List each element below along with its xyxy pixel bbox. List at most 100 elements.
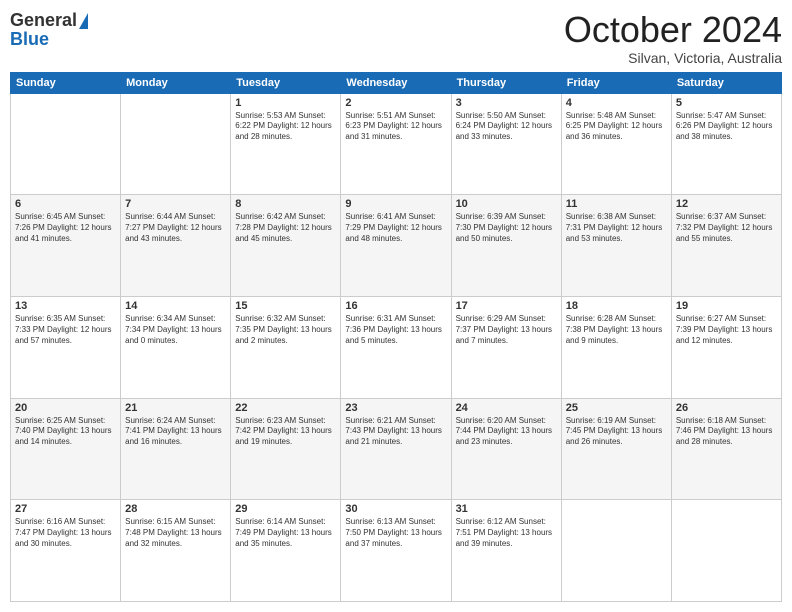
calendar-col-header: Wednesday (341, 72, 451, 93)
calendar-cell: 20 Sunrise: 6:25 AM Sunset: 7:40 PM Dayli… (11, 398, 121, 500)
day-number: 15 (235, 300, 336, 312)
calendar-col-header: Friday (561, 72, 671, 93)
cell-info: Sunrise: 6:20 AM Sunset: 7:44 PM Dayligh… (456, 416, 557, 448)
day-number: 3 (456, 97, 557, 109)
cell-info: Sunrise: 5:47 AM Sunset: 6:26 PM Dayligh… (676, 111, 777, 143)
day-number: 29 (235, 503, 336, 515)
calendar-cell: 8Sunrise: 6:42 AM Sunset: 7:28 PM Daylig… (231, 195, 341, 297)
cell-info: Sunrise: 5:50 AM Sunset: 6:24 PM Dayligh… (456, 111, 557, 143)
cell-info: Sunrise: 6:14 AM Sunset: 7:49 PM Dayligh… (235, 517, 336, 549)
day-number: 25 (566, 402, 667, 414)
location: Silvan, Victoria, Australia (564, 50, 782, 66)
calendar-col-header: Saturday (671, 72, 781, 93)
calendar-week-row: 1Sunrise: 5:53 AM Sunset: 6:22 PM Daylig… (11, 93, 782, 195)
calendar-cell: 15Sunrise: 6:32 AM Sunset: 7:35 PM Dayli… (231, 296, 341, 398)
cell-info: Sunrise: 6:45 AM Sunset: 7:26 PM Dayligh… (15, 212, 116, 244)
calendar-cell: 23 Sunrise: 6:21 AM Sunset: 7:43 PM Dayli… (341, 398, 451, 500)
calendar-cell: 29 Sunrise: 6:14 AM Sunset: 7:49 PM Dayli… (231, 500, 341, 602)
day-number: 21 (125, 402, 226, 414)
cell-info: Sunrise: 6:24 AM Sunset: 7:41 PM Dayligh… (125, 416, 226, 448)
cell-info: Sunrise: 6:42 AM Sunset: 7:28 PM Dayligh… (235, 212, 336, 244)
cell-info: Sunrise: 6:37 AM Sunset: 7:32 PM Dayligh… (676, 212, 777, 244)
calendar-cell: 10 Sunrise: 6:39 AM Sunset: 7:30 PM Dayli… (451, 195, 561, 297)
calendar-header-row: SundayMondayTuesdayWednesdayThursdayFrid… (11, 72, 782, 93)
calendar-cell: 4Sunrise: 5:48 AM Sunset: 6:25 PM Daylig… (561, 93, 671, 195)
calendar-cell (561, 500, 671, 602)
calendar-week-row: 27Sunrise: 6:16 AM Sunset: 7:47 PM Dayli… (11, 500, 782, 602)
logo-triangle-icon (79, 13, 88, 29)
calendar-cell: 21 Sunrise: 6:24 AM Sunset: 7:41 PM Dayli… (121, 398, 231, 500)
cell-info: Sunrise: 5:51 AM Sunset: 6:23 PM Dayligh… (345, 111, 446, 143)
cell-info: Sunrise: 5:48 AM Sunset: 6:25 PM Dayligh… (566, 111, 667, 143)
calendar-week-row: 20 Sunrise: 6:25 AM Sunset: 7:40 PM Dayli… (11, 398, 782, 500)
day-number: 24 (456, 402, 557, 414)
day-number: 30 (345, 503, 446, 515)
cell-info: Sunrise: 6:23 AM Sunset: 7:42 PM Dayligh… (235, 416, 336, 448)
day-number: 11 (566, 198, 667, 210)
calendar-week-row: 6 Sunrise: 6:45 AM Sunset: 7:26 PM Daylig… (11, 195, 782, 297)
calendar-cell: 17 Sunrise: 6:29 AM Sunset: 7:37 PM Dayli… (451, 296, 561, 398)
calendar-col-header: Monday (121, 72, 231, 93)
cell-info: Sunrise: 6:28 AM Sunset: 7:38 PM Dayligh… (566, 314, 667, 346)
day-number: 18 (566, 300, 667, 312)
logo: General Blue (10, 10, 88, 50)
day-number: 16 (345, 300, 446, 312)
day-number: 9 (345, 198, 446, 210)
logo-blue-text: Blue (10, 29, 49, 50)
day-number: 26 (676, 402, 777, 414)
calendar-cell: 11Sunrise: 6:38 AM Sunset: 7:31 PM Dayli… (561, 195, 671, 297)
day-number: 28 (125, 503, 226, 515)
calendar-cell: 13Sunrise: 6:35 AM Sunset: 7:33 PM Dayli… (11, 296, 121, 398)
cell-info: Sunrise: 5:53 AM Sunset: 6:22 PM Dayligh… (235, 111, 336, 143)
calendar-cell: 16Sunrise: 6:31 AM Sunset: 7:36 PM Dayli… (341, 296, 451, 398)
day-number: 20 (15, 402, 116, 414)
month-title: October 2024 (564, 10, 782, 50)
calendar-col-header: Tuesday (231, 72, 341, 93)
cell-info: Sunrise: 6:35 AM Sunset: 7:33 PM Dayligh… (15, 314, 116, 346)
cell-info: Sunrise: 6:44 AM Sunset: 7:27 PM Dayligh… (125, 212, 226, 244)
calendar-cell: 30Sunrise: 6:13 AM Sunset: 7:50 PM Dayli… (341, 500, 451, 602)
calendar-cell (671, 500, 781, 602)
day-number: 19 (676, 300, 777, 312)
cell-info: Sunrise: 6:25 AM Sunset: 7:40 PM Dayligh… (15, 416, 116, 448)
calendar-cell: 2 Sunrise: 5:51 AM Sunset: 6:23 PM Daylig… (341, 93, 451, 195)
day-number: 10 (456, 198, 557, 210)
calendar-cell: 22 Sunrise: 6:23 AM Sunset: 7:42 PM Dayli… (231, 398, 341, 500)
calendar-cell: 25Sunrise: 6:19 AM Sunset: 7:45 PM Dayli… (561, 398, 671, 500)
day-number: 6 (15, 198, 116, 210)
cell-info: Sunrise: 6:34 AM Sunset: 7:34 PM Dayligh… (125, 314, 226, 346)
day-number: 7 (125, 198, 226, 210)
day-number: 23 (345, 402, 446, 414)
cell-info: Sunrise: 6:21 AM Sunset: 7:43 PM Dayligh… (345, 416, 446, 448)
calendar-cell: 27Sunrise: 6:16 AM Sunset: 7:47 PM Dayli… (11, 500, 121, 602)
calendar-cell: 28Sunrise: 6:15 AM Sunset: 7:48 PM Dayli… (121, 500, 231, 602)
cell-info: Sunrise: 6:39 AM Sunset: 7:30 PM Dayligh… (456, 212, 557, 244)
calendar-cell: 26 Sunrise: 6:18 AM Sunset: 7:46 PM Dayli… (671, 398, 781, 500)
cell-info: Sunrise: 6:12 AM Sunset: 7:51 PM Dayligh… (456, 517, 557, 549)
day-number: 2 (345, 97, 446, 109)
day-number: 31 (456, 503, 557, 515)
calendar-cell: 12Sunrise: 6:37 AM Sunset: 7:32 PM Dayli… (671, 195, 781, 297)
calendar-cell: 6 Sunrise: 6:45 AM Sunset: 7:26 PM Daylig… (11, 195, 121, 297)
cell-info: Sunrise: 6:41 AM Sunset: 7:29 PM Dayligh… (345, 212, 446, 244)
calendar-cell: 5Sunrise: 5:47 AM Sunset: 6:26 PM Daylig… (671, 93, 781, 195)
calendar-cell: 1Sunrise: 5:53 AM Sunset: 6:22 PM Daylig… (231, 93, 341, 195)
calendar-cell: 18 Sunrise: 6:28 AM Sunset: 7:38 PM Dayli… (561, 296, 671, 398)
calendar-cell (11, 93, 121, 195)
day-number: 17 (456, 300, 557, 312)
title-block: October 2024 Silvan, Victoria, Australia (564, 10, 782, 66)
calendar-cell: 14Sunrise: 6:34 AM Sunset: 7:34 PM Dayli… (121, 296, 231, 398)
calendar-col-header: Sunday (11, 72, 121, 93)
cell-info: Sunrise: 6:18 AM Sunset: 7:46 PM Dayligh… (676, 416, 777, 448)
calendar-cell: 3 Sunrise: 5:50 AM Sunset: 6:24 PM Daylig… (451, 93, 561, 195)
calendar-cell: 7 Sunrise: 6:44 AM Sunset: 7:27 PM Daylig… (121, 195, 231, 297)
calendar-cell: 9 Sunrise: 6:41 AM Sunset: 7:29 PM Daylig… (341, 195, 451, 297)
cell-info: Sunrise: 6:29 AM Sunset: 7:37 PM Dayligh… (456, 314, 557, 346)
calendar-cell: 19Sunrise: 6:27 AM Sunset: 7:39 PM Dayli… (671, 296, 781, 398)
calendar-week-row: 13Sunrise: 6:35 AM Sunset: 7:33 PM Dayli… (11, 296, 782, 398)
day-number: 22 (235, 402, 336, 414)
cell-info: Sunrise: 6:16 AM Sunset: 7:47 PM Dayligh… (15, 517, 116, 549)
page: General Blue October 2024 Silvan, Victor… (0, 0, 792, 612)
calendar-cell: 24 Sunrise: 6:20 AM Sunset: 7:44 PM Dayli… (451, 398, 561, 500)
header: General Blue October 2024 Silvan, Victor… (10, 10, 782, 66)
